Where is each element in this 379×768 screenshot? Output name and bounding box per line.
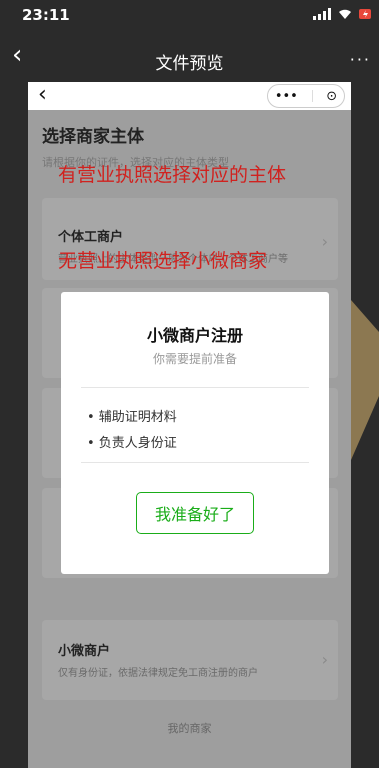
nav-bar: ‹ 文件预览 ··· — [0, 36, 379, 82]
nav-title: 文件预览 — [155, 54, 224, 74]
page-heading: 选择商家主体 — [42, 127, 144, 147]
option-title: 个体工商户 — [58, 230, 124, 245]
modal-item: • 辅助证明材料 — [87, 410, 177, 425]
signal-icon — [313, 8, 331, 20]
capsule-divider — [311, 90, 313, 102]
modal-subtitle: 你需要提前准备 — [152, 352, 237, 366]
status-time: 23:11 — [22, 6, 70, 24]
status-bar: 23:11 — [0, 0, 379, 36]
ready-button[interactable]: 我准备好了 — [136, 492, 254, 534]
micro-merchant-modal: 小微商户注册 你需要提前准备 • 辅助证明材料 • 负责人身份证 我准备好了 — [61, 292, 329, 574]
option-card-micro[interactable]: 小微商户 仅有身份证，依据法律规定免工商注册的商户 › — [42, 620, 338, 700]
battery-icon — [359, 9, 371, 19]
capsule-close-icon[interactable]: ⊙ — [326, 89, 337, 104]
chevron-right-icon: › — [321, 232, 328, 251]
more-icon[interactable]: ··· — [350, 50, 371, 69]
option-desc: 仅有身份证，依据法律规定免工商注册的商户 — [58, 668, 258, 679]
miniapp-header: ‹ ••• ⊙ — [28, 82, 351, 110]
bottom-link[interactable]: 我的商家 — [28, 720, 351, 736]
miniapp-capsule: ••• ⊙ — [267, 84, 345, 108]
document-preview: ‹ ••• ⊙ 选择商家主体 请根据你的证件，选择对应的主体类型 有营业执照选择… — [28, 82, 351, 768]
annotation-micro: 无营业执照选择小微商家 — [58, 250, 268, 272]
modal-divider — [81, 462, 309, 463]
annotation-license: 有营业执照选择对应的主体 — [58, 164, 287, 186]
wifi-icon — [339, 9, 351, 19]
modal-divider — [81, 387, 309, 388]
status-icons — [313, 8, 373, 20]
modal-title: 小微商户注册 — [146, 326, 243, 345]
miniapp-back-icon[interactable]: ‹ — [38, 82, 47, 107]
option-title: 小微商户 — [58, 644, 111, 659]
background-decoration — [351, 300, 379, 460]
capsule-more-icon[interactable]: ••• — [275, 89, 298, 104]
chevron-right-icon: › — [321, 650, 328, 669]
modal-item: • 负责人身份证 — [87, 436, 177, 451]
